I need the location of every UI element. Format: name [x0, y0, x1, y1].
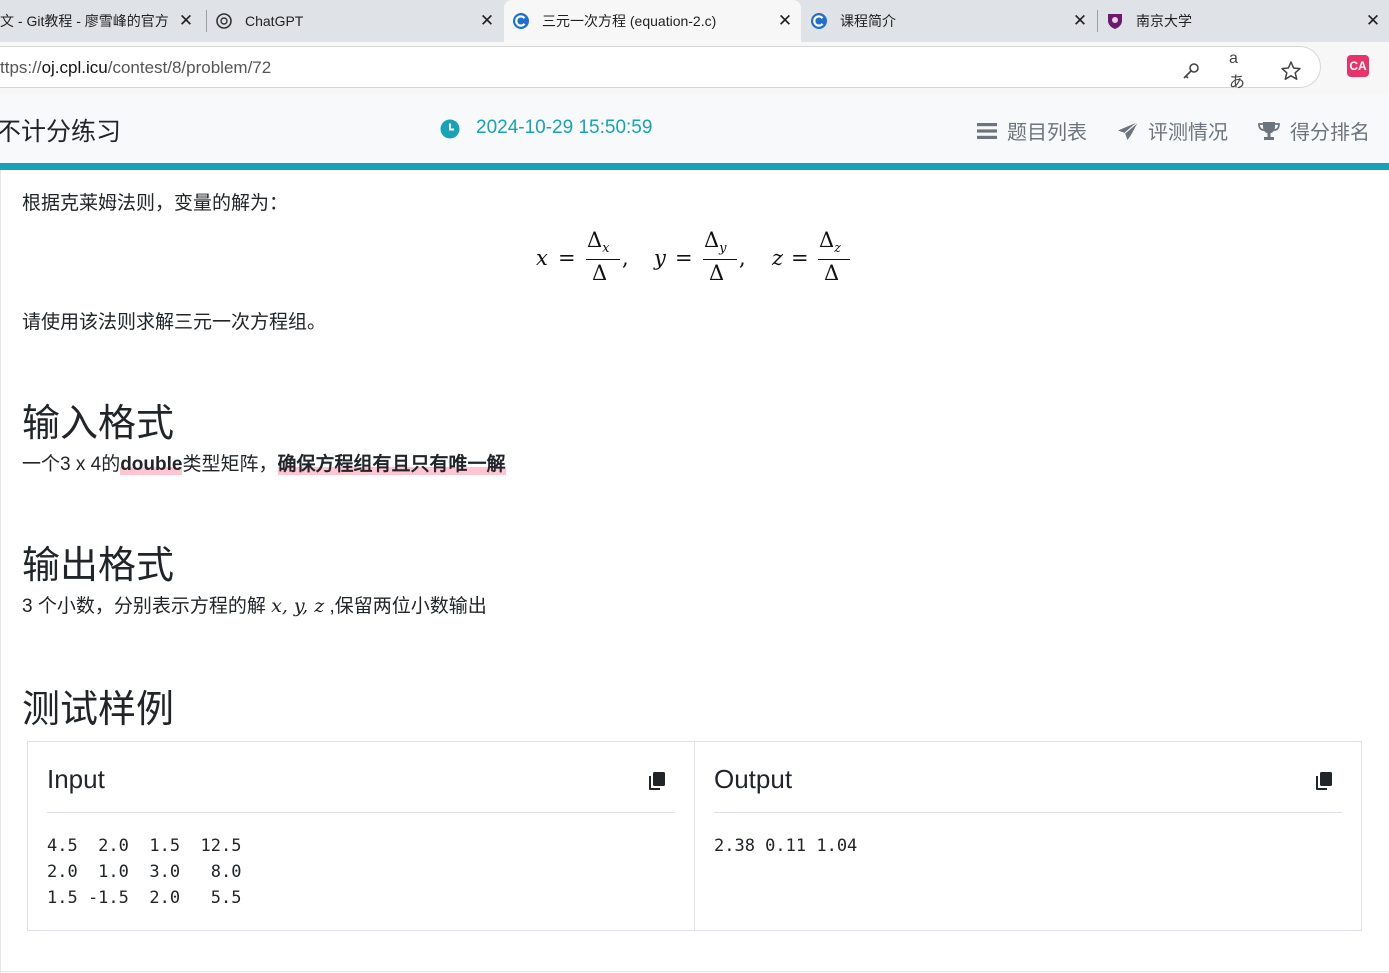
instruction-text: 请使用该法则求解三元一次方程组。 [22, 312, 327, 333]
list-icon [977, 122, 997, 139]
sample-output-title: Output [714, 764, 793, 794]
formula-var: y [654, 246, 666, 270]
cpl-oj-icon [810, 12, 828, 30]
close-icon[interactable]: ✕ [1363, 11, 1383, 31]
trophy-icon [1258, 121, 1280, 140]
nju-crest-icon [1106, 12, 1124, 30]
formula-subscript: y [719, 241, 727, 256]
copy-icon[interactable] [1315, 771, 1333, 791]
close-icon[interactable]: ✕ [775, 11, 795, 31]
navbar-accent-line [0, 163, 1389, 170]
nav-label: 题目列表 [1007, 122, 1087, 144]
fraction-bar [703, 259, 737, 260]
output-format-heading: 输出格式 [22, 545, 175, 587]
input-format-text: 一个3 x 4的double类型矩阵，确保方程组有且只有唯一解 [22, 449, 506, 476]
card-divider [47, 812, 675, 813]
star-icon[interactable] [1279, 59, 1303, 83]
browser-toolbar: ttps://oj.cpl.icu/contest/8/problem/72 a… [0, 42, 1389, 94]
copy-icon[interactable] [648, 771, 666, 791]
tab-chatgpt[interactable]: ChatGPT ✕ [207, 0, 503, 42]
url-text[interactable]: ttps://oj.cpl.icu/contest/8/problem/72 [0, 58, 271, 78]
input-desc-prefix: 一个3 x 4的 [22, 454, 121, 475]
content-bottom-border [0, 971, 1389, 972]
address-bar[interactable]: ttps://oj.cpl.icu/contest/8/problem/72 a… [0, 47, 1320, 91]
tab-equation-2c[interactable]: 三元一次方程 (equation-2.c) ✕ [504, 0, 801, 42]
url-host: oj.cpl.icu [41, 58, 108, 77]
key-icon[interactable] [1179, 59, 1203, 83]
nav-label: 得分排名 [1290, 122, 1370, 144]
tab-title: ChatGPT [245, 13, 304, 29]
sample-output-card: Output 2.38 0.11 1.04 [695, 741, 1362, 931]
paper-plane-icon [1118, 121, 1139, 140]
cpl-oj-icon [512, 12, 530, 30]
card-divider [714, 812, 1342, 813]
content-left-border [0, 170, 1, 973]
nav-problem-list[interactable]: 题目列表 [976, 116, 1087, 145]
fraction-bar [586, 259, 620, 260]
clock-icon [440, 119, 460, 139]
tab-git-tutorial[interactable]: 文 - Git教程 - 廖雪峰的官方 ✕ [0, 0, 200, 42]
translate-icon[interactable]: aあ [1229, 50, 1253, 91]
extension-icon[interactable]: CA [1347, 55, 1369, 77]
formula-denominator: Δ [592, 261, 608, 285]
output-desc-prefix: 3 个小数，分别表示方程的解 [22, 596, 272, 617]
formula-denominator: Δ [709, 261, 725, 285]
nav-ranking[interactable]: 得分排名 [1257, 116, 1370, 145]
close-icon[interactable]: ✕ [477, 11, 497, 31]
delta-symbol: Δ [587, 228, 603, 252]
nav-label: 评测情况 [1148, 122, 1228, 144]
sample-input-code[interactable]: 4.5 2.0 1.5 12.5 2.0 1.0 3.0 8.0 1.5 -1.… [47, 833, 241, 911]
formula-numerator: Δy [704, 228, 727, 256]
output-desc-suffix: ,保留两位小数输出 [324, 596, 487, 617]
input-desc-type: double [120, 454, 183, 475]
tab-course-intro[interactable]: 课程简介 ✕ [802, 0, 1096, 42]
tab-nju[interactable]: 南京大学 ✕ [1098, 0, 1389, 42]
browser-tab-strip: 文 - Git教程 - 廖雪峰的官方 ✕ ChatGPT ✕ 三元一次方程 (e… [0, 0, 1389, 42]
tab-title: 文 - Git教程 - 廖雪峰的官方 [0, 13, 169, 29]
input-desc-middle: 类型矩阵， [182, 454, 278, 475]
formula-denominator: Δ [824, 261, 840, 285]
formula-subscript: z [834, 241, 842, 256]
formula-comma: , [622, 246, 629, 270]
tab-title: 南京大学 [1136, 13, 1192, 29]
formula-equals: = [558, 246, 576, 270]
tab-title: 三元一次方程 (equation-2.c) [542, 13, 717, 29]
formula-var: x [536, 246, 548, 270]
navbar-brand[interactable]: 不计分练习 [0, 112, 121, 148]
tab-title: 课程简介 [840, 13, 896, 29]
input-desc-guarantee: 确保方程组有且只有唯一解 [277, 454, 506, 475]
sample-input-card: Input 4.5 2.0 1.5 12.5 2.0 1.0 3.0 8.0 1… [27, 741, 695, 931]
formula-numerator: Δx [587, 228, 610, 256]
formula-subscript: x [602, 241, 610, 256]
formula-numerator: Δz [819, 228, 841, 256]
cramer-intro-text: 根据克莱姆法则，变量的解为： [22, 193, 289, 214]
close-icon[interactable]: ✕ [1070, 11, 1090, 31]
output-desc-math: x, y, z [271, 595, 325, 617]
delta-symbol: Δ [704, 228, 720, 252]
delta-symbol: Δ [819, 228, 835, 252]
fraction-bar [818, 259, 850, 260]
close-icon[interactable]: ✕ [176, 11, 196, 31]
formula-equals: = [791, 246, 809, 270]
sample-input-title: Input [47, 764, 105, 794]
url-scheme: ttps:// [0, 58, 42, 77]
formula-comma: , [739, 246, 746, 270]
url-path: /contest/8/problem/72 [107, 58, 272, 77]
contest-clock-time: 2024-10-29 15:50:59 [476, 117, 653, 138]
formula-equals: = [675, 246, 693, 270]
formula-var: z [772, 246, 784, 270]
sample-heading: 测试样例 [22, 689, 175, 731]
sample-output-code[interactable]: 2.38 0.11 1.04 [714, 833, 857, 859]
input-format-heading: 输入格式 [22, 403, 175, 445]
nav-submissions[interactable]: 评测情况 [1117, 116, 1228, 145]
output-format-text: 3 个小数，分别表示方程的解 x, y, z ,保留两位小数输出 [22, 591, 487, 618]
chatgpt-icon [215, 12, 233, 30]
